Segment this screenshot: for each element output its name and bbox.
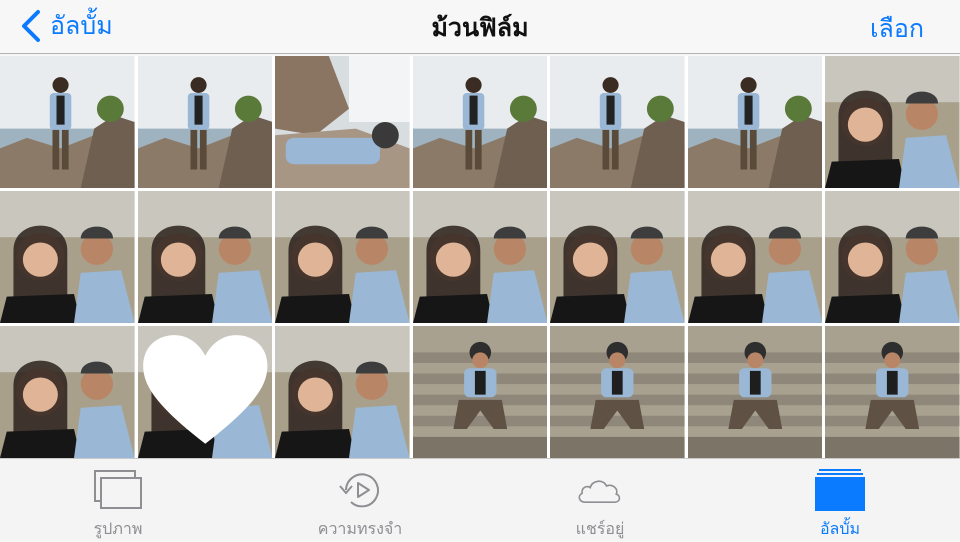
photo-thumbnail[interactable] [550,191,685,323]
photo-image [275,191,410,323]
photo-thumbnail[interactable] [137,56,273,188]
photo-thumbnail[interactable] [137,326,273,458]
photos-icon [94,470,142,509]
page-title: ม้วนฟิล์ม [431,13,529,42]
photo-image [275,326,410,458]
photo-thumbnail[interactable] [687,56,823,188]
tab-label: ความทรงจำ [317,519,403,538]
photo-image [550,191,685,323]
photo-image [825,326,960,458]
photo-thumbnail[interactable] [825,191,960,323]
favorite-heart-icon [142,335,267,444]
photo-image [825,56,960,188]
photo-thumbnail[interactable] [137,191,273,323]
photo-image [137,56,273,188]
photo-image [550,326,685,458]
photo-image [550,56,685,188]
tab-label: อัลบั้ม [819,519,861,538]
photo-image [412,56,548,188]
photo-image [412,191,548,323]
photo-image [825,191,960,323]
photo-image [0,191,135,323]
photo-image [687,326,823,458]
memories-icon [339,473,379,508]
photo-thumbnail[interactable] [0,56,135,188]
photo-thumbnail[interactable] [825,56,960,188]
select-button[interactable]: เลือก [870,9,924,49]
photo-image [0,326,135,458]
photo-image [412,326,548,458]
photo-thumbnail[interactable] [825,326,960,458]
tab-shared[interactable]: แชร์อยู่ [530,459,670,541]
photo-thumbnail[interactable] [687,326,823,458]
photo-thumbnail[interactable] [0,191,135,323]
photo-thumbnail[interactable] [412,191,548,323]
photo-grid [0,56,960,458]
photo-thumbnail[interactable] [550,326,685,458]
tab-label: แชร์อยู่ [575,519,625,538]
photo-image [0,56,135,188]
photo-image [137,191,273,323]
photo-thumbnail[interactable] [275,326,410,458]
photo-image [275,56,410,188]
tab-memories[interactable]: ความทรงจำ [290,459,430,541]
tab-albums[interactable]: อัลบั้ม [770,459,910,541]
photo-thumbnail[interactable] [687,191,823,323]
photo-thumbnail[interactable] [412,56,548,188]
photo-thumbnail[interactable] [275,56,410,188]
photo-image [687,56,823,188]
navigation-bar: อัลบั้ม ม้วนฟิล์ม เลือก [0,0,960,54]
tab-photos[interactable]: รูปภาพ [48,459,188,541]
tab-bar: รูปภาพ ความทรงจำ แชร์อยู่ อัลบั้ม [0,458,960,540]
photo-thumbnail[interactable] [275,191,410,323]
photo-thumbnail[interactable] [412,326,548,458]
albums-icon [815,469,865,511]
shared-cloud-icon [578,480,621,503]
photo-thumbnail[interactable] [0,326,135,458]
tab-label: รูปภาพ [93,519,143,538]
photo-image [687,191,823,323]
photo-thumbnail[interactable] [550,56,685,188]
